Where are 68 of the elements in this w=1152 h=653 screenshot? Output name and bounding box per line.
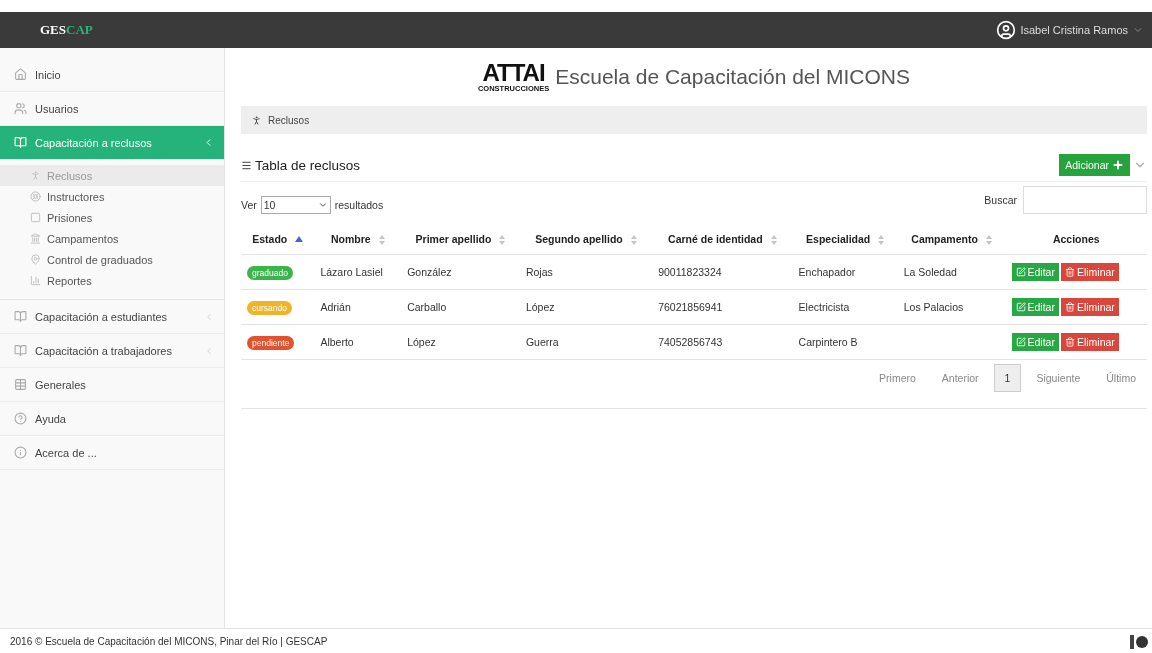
panel-title: Tabla de reclusos — [255, 157, 361, 173]
user-name[interactable]: Isabel Cristina Ramos — [1020, 24, 1128, 36]
search-label: Buscar — [984, 194, 1017, 206]
column-header[interactable]: Nombre — [330, 233, 371, 245]
table-cell: Lázaro Lasiel — [320, 266, 383, 279]
delete-button[interactable]: Eliminar — [1060, 333, 1119, 352]
length-label: resultados — [334, 199, 384, 211]
table-cell: López — [407, 336, 436, 349]
table-cell: Alberto — [320, 336, 354, 349]
page-title: Escuela de Capacitación del MICONS — [555, 65, 911, 89]
column-header[interactable]: Acciones — [1052, 233, 1100, 246]
sidebar-item[interactable]: Generales — [0, 368, 224, 402]
footer-text: 2016 © Escuela de Capacitación del MICONS, Pinar del Río | GESCAP — [10, 635, 328, 647]
delete-button[interactable]: Eliminar — [1060, 263, 1119, 282]
user-icon[interactable] — [996, 20, 1017, 40]
column-header[interactable]: Especialidad — [806, 233, 871, 245]
table-cell: Rojas — [525, 266, 553, 279]
trash-icon — [1064, 267, 1075, 278]
plus-icon — [1112, 159, 1124, 171]
person-icon — [251, 114, 262, 126]
brand-logo[interactable]: GESCAP — [40, 22, 93, 38]
table-cell: González — [407, 266, 452, 279]
sidebar-item[interactable]: Acerca de ... — [0, 436, 224, 470]
pagination-link[interactable]: Anterior — [930, 364, 990, 393]
table-cell: 90011823324 — [658, 266, 722, 279]
submenu-item[interactable]: Control de graduados — [0, 249, 224, 270]
sidebar-item[interactable]: Capacitación a estudiantes — [0, 300, 224, 334]
edit-icon — [1015, 302, 1026, 313]
sidebar-item[interactable]: Capacitación a trabajadores — [0, 334, 224, 368]
table-cell: La Soledad — [903, 266, 957, 279]
trash-icon — [1064, 302, 1075, 313]
table-cell: 76021856941 — [658, 301, 723, 314]
length-label: Ver — [241, 199, 257, 211]
table-cell: Carpintero B — [798, 336, 858, 349]
table-cell: Los Palacios — [903, 301, 964, 314]
submenu-item[interactable]: Instructores — [0, 186, 224, 207]
caret-icon — [317, 200, 328, 210]
pagination-link[interactable]: 1 — [993, 364, 1022, 393]
table-cell: Carballo — [407, 301, 447, 314]
trash-icon — [1064, 337, 1075, 348]
edit-icon — [1015, 337, 1026, 348]
column-header[interactable]: Carné de identidad — [668, 233, 763, 245]
edit-icon — [1015, 267, 1026, 278]
search-field[interactable] — [1023, 186, 1147, 214]
column-header[interactable]: Campamento — [911, 233, 978, 245]
submenu-item[interactable]: Prisiones — [0, 207, 224, 228]
sidebar-item[interactable]: Ayuda — [0, 402, 224, 436]
status-badge: graduado — [247, 266, 293, 281]
delete-button[interactable]: Eliminar — [1060, 298, 1119, 317]
pagination-link[interactable]: Último — [1095, 364, 1147, 393]
table-cell: Adrián — [320, 301, 351, 314]
submenu-item[interactable]: Campamentos — [0, 228, 224, 249]
column-header[interactable]: Segundo apellido — [535, 233, 623, 245]
column-header[interactable]: Primer apellido — [415, 233, 492, 245]
sidebar-item[interactable]: Inicio — [0, 58, 224, 92]
length-select[interactable]: 10 — [260, 196, 331, 214]
table-cell: Enchapador — [798, 266, 856, 279]
table-cell: Guerra — [525, 336, 559, 349]
pagination-link[interactable]: Siguiente — [1025, 364, 1092, 393]
breadcrumb-text[interactable]: Reclusos — [268, 114, 310, 126]
column-header[interactable]: Estado — [252, 233, 288, 245]
table-cell: 74052856743 — [658, 336, 723, 349]
status-badge: cursando — [247, 301, 292, 316]
pagination-link[interactable]: Primero — [868, 364, 927, 393]
table-cell: Electricista — [798, 301, 850, 314]
table-cell: López — [525, 301, 555, 314]
status-badge: pendiente — [247, 336, 295, 351]
submenu-item[interactable]: Reportes — [0, 270, 224, 291]
